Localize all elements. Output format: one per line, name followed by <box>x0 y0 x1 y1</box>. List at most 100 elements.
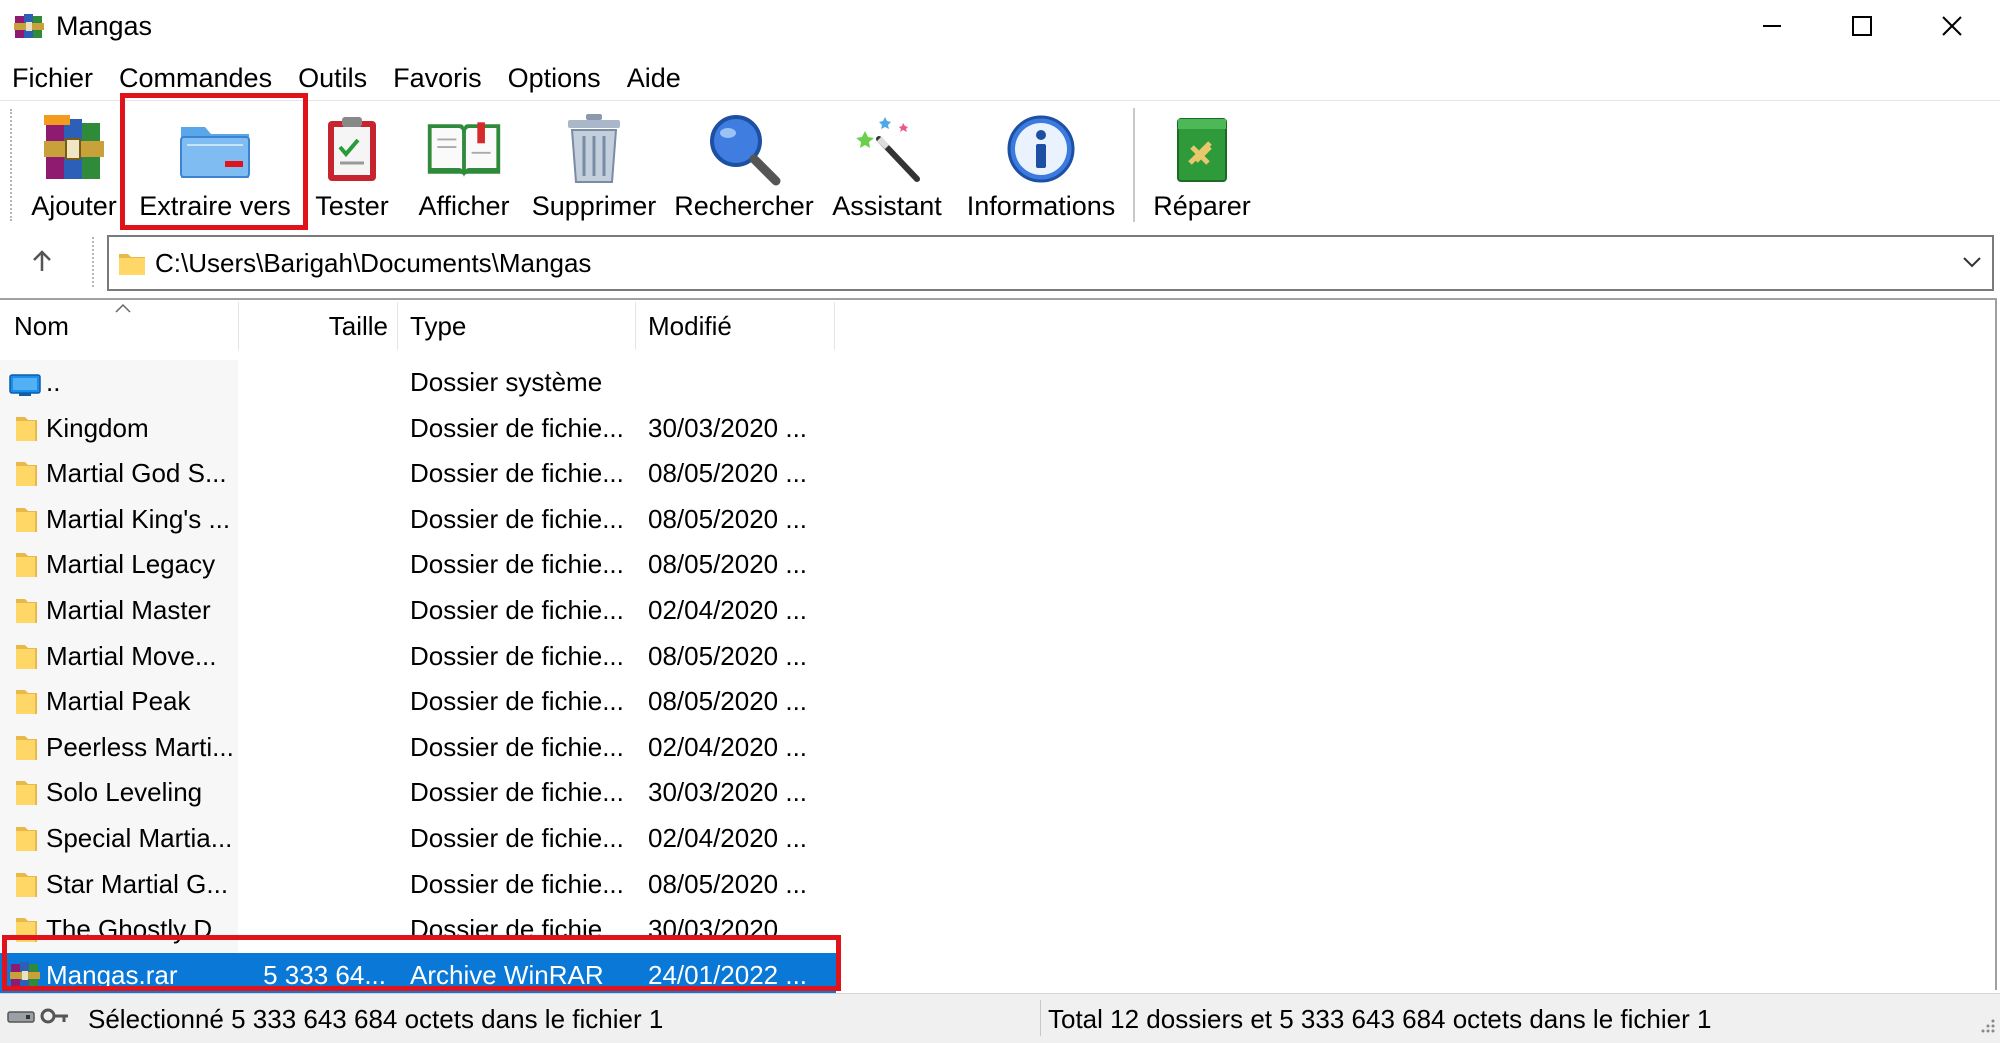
file-name: Peerless Marti... <box>46 731 234 762</box>
list-item[interactable]: Star Martial G... Dossier de fichie... 08/… <box>0 862 836 907</box>
folder-icon <box>9 869 41 901</box>
magic-wand-icon <box>847 109 927 189</box>
test-label: Tester <box>315 191 389 221</box>
menu-commandes[interactable]: Commandes <box>106 59 285 97</box>
chevron-down-icon[interactable] <box>1962 255 1982 274</box>
file-name: Martial Master <box>46 595 211 625</box>
file-type: Dossier de fichie... <box>410 412 624 443</box>
list-item-selected[interactable]: Mangas.rar 5 333 64... Archive WinRAR 24/01… <box>0 952 836 998</box>
list-item[interactable]: Peerless Marti... Dossier de fichie... 02/… <box>0 725 836 770</box>
maximize-button[interactable] <box>1817 0 1907 52</box>
menu-aide[interactable]: Aide <box>614 59 694 97</box>
file-type: Dossier système <box>410 367 603 397</box>
folder-icon <box>9 732 41 764</box>
file-type: Dossier de fichie... <box>410 686 624 717</box>
folder-icon <box>9 641 41 673</box>
column-header-size[interactable]: Taille <box>240 302 388 350</box>
menu-options[interactable]: Options <box>495 59 614 97</box>
file-type: Dossier de fichie... <box>410 777 624 808</box>
column-divider[interactable] <box>238 302 239 350</box>
address-combobox[interactable]: C:\Users\Barigah\Documents\Mangas <box>107 235 1994 291</box>
resize-grip-icon[interactable] <box>1980 1018 1996 1039</box>
list-item[interactable]: Martial Master Dossier de fichie... 02/04/… <box>0 588 836 633</box>
file-type: Dossier de fichie... <box>410 549 624 580</box>
winrar-icon <box>13 10 45 42</box>
file-name: Kingdom <box>46 412 149 443</box>
address-grip[interactable] <box>92 237 98 287</box>
drive-icon[interactable] <box>6 1004 36 1028</box>
minimize-button[interactable] <box>1727 0 1817 52</box>
column-divider[interactable] <box>834 302 835 350</box>
column-divider[interactable] <box>635 302 636 350</box>
file-name: The Ghostly D... <box>46 914 234 945</box>
file-type: Dossier de fichie... <box>410 868 624 899</box>
address-row: C:\Users\Barigah\Documents\Mangas <box>0 231 2000 295</box>
file-modified: 30/03/2020 ... <box>648 914 808 945</box>
file-name: Star Martial G... <box>46 868 229 899</box>
file-type: Dossier de fichie... <box>410 640 624 671</box>
address-path: C:\Users\Barigah\Documents\Mangas <box>155 248 592 278</box>
file-name: Solo Leveling <box>46 777 203 808</box>
menu-bar: Fichier Commandes Outils Favoris Options… <box>0 57 2000 99</box>
file-name: Martial Move... <box>46 640 217 671</box>
close-icon <box>1942 16 1962 36</box>
menu-fichier[interactable]: Fichier <box>0 59 106 97</box>
list-item[interactable]: Solo Leveling Dossier de fichie... 30/03/2… <box>0 770 836 815</box>
info-button[interactable]: Informations <box>962 105 1120 223</box>
test-clipboard-icon <box>312 109 392 189</box>
info-icon <box>1001 109 1081 189</box>
list-item[interactable]: Special Martia... Dossier de fichie... 02/… <box>0 816 836 861</box>
key-icon[interactable] <box>40 1004 70 1028</box>
toolbar-grip[interactable] <box>10 109 16 221</box>
file-modified: 02/04/2020 ... <box>648 823 808 853</box>
file-list[interactable]: Nom Taille Type Modifié .. Dossier systèm… <box>0 298 1997 998</box>
repair-button[interactable]: Réparer <box>1146 105 1258 223</box>
file-modified: 08/05/2020 ... <box>648 868 808 899</box>
view-label: Afficher <box>418 191 510 221</box>
wizard-button[interactable]: Assistant <box>830 105 944 223</box>
file-modified: 30/03/2020 ... <box>648 412 808 443</box>
folder-icon <box>9 504 41 536</box>
column-header-name[interactable]: Nom <box>14 302 234 350</box>
extract-to-button[interactable]: Extraire vers <box>130 105 300 223</box>
repair-label: Réparer <box>1153 191 1251 221</box>
column-header-type[interactable]: Type <box>410 302 630 350</box>
list-item[interactable]: Martial Peak Dossier de fichie... 08/05/20… <box>0 679 836 724</box>
file-name: Martial Legacy <box>46 549 216 580</box>
file-modified: 02/04/2020 ... <box>648 731 808 762</box>
list-item[interactable]: Kingdom Dossier de fichie... 30/03/2020 ..… <box>0 406 836 451</box>
file-type: Dossier de fichie... <box>410 731 624 762</box>
folder-icon <box>9 595 41 627</box>
test-button[interactable]: Tester <box>312 105 392 223</box>
window-title: Mangas <box>56 11 153 41</box>
list-item[interactable]: Martial Legacy Dossier de fichie... 08/05/… <box>0 542 836 587</box>
column-divider[interactable] <box>397 302 398 350</box>
list-item[interactable]: .. Dossier système <box>0 360 836 405</box>
system-folder-icon <box>9 367 41 399</box>
search-button[interactable]: Rechercher <box>674 105 814 223</box>
status-icons <box>6 1004 70 1028</box>
extract-to-label: Extraire vers <box>139 191 291 221</box>
list-item[interactable]: The Ghostly D... Dossier de fichie... 30/0… <box>0 907 836 952</box>
file-modified: 24/01/2022 ... <box>648 959 808 990</box>
list-item[interactable]: Martial God S... Dossier de fichie... 08/0… <box>0 451 836 496</box>
list-item[interactable]: Martial Move... Dossier de fichie... 08/05… <box>0 634 836 679</box>
add-archive-icon <box>34 109 114 189</box>
title-bar: Mangas <box>0 0 2000 52</box>
file-name: Special Martia... <box>46 823 233 853</box>
winrar-window: Mangas Fichier Commandes Outils Favoris … <box>0 0 2000 1043</box>
menu-favoris[interactable]: Favoris <box>380 59 495 97</box>
delete-button[interactable]: Supprimer <box>528 105 660 223</box>
column-header-modified[interactable]: Modifié <box>648 302 828 350</box>
minimize-icon <box>1763 25 1781 27</box>
status-bar: Sélectionné 5 333 643 684 octets dans le… <box>0 993 2000 1043</box>
toolbar-separator <box>1133 108 1135 222</box>
menu-outils[interactable]: Outils <box>285 59 380 97</box>
info-label: Informations <box>966 191 1116 221</box>
add-button[interactable]: Ajouter <box>28 105 120 223</box>
close-button[interactable] <box>1907 0 1997 52</box>
file-type: Dossier de fichie... <box>410 595 624 625</box>
view-button[interactable]: Afficher <box>414 105 514 223</box>
up-folder-button[interactable] <box>20 241 64 281</box>
list-item[interactable]: Martial King's ... Dossier de fichie... 08… <box>0 497 836 542</box>
